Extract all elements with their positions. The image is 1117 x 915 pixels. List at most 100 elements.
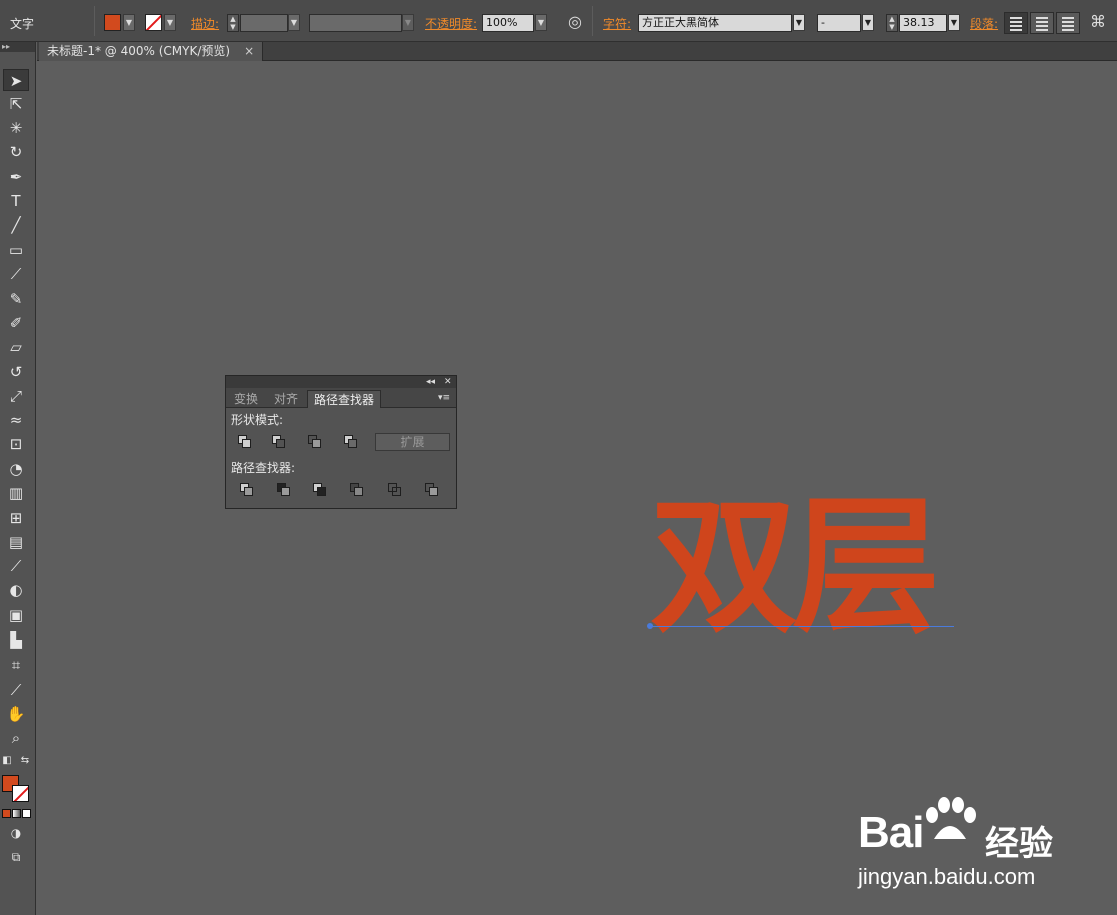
rotate-tool-icon[interactable]: ↺ xyxy=(3,361,29,383)
rectangle-tool-icon[interactable]: ▭ xyxy=(3,239,29,261)
stroke-weight-dropdown[interactable]: ▼ xyxy=(288,14,300,31)
pencil-tool-icon[interactable]: ✎ xyxy=(3,288,29,310)
font-size-stepper[interactable]: ▲ ▼ xyxy=(886,14,898,32)
gradient-mode-button[interactable] xyxy=(12,809,21,818)
divide-button[interactable] xyxy=(239,482,255,498)
text-baseline xyxy=(650,626,954,627)
text-anchor-point[interactable] xyxy=(647,623,653,629)
panel-menu-icon[interactable]: ▾≡ xyxy=(438,393,450,403)
baidu-paw-icon xyxy=(926,797,976,839)
align-center-button[interactable] xyxy=(1030,12,1054,34)
opacity-dropdown[interactable]: ▼ xyxy=(535,14,547,31)
document-tab[interactable]: 未标题-1* @ 400% (CMYK/预览) × xyxy=(39,42,264,61)
minus-front-button[interactable] xyxy=(271,434,287,450)
column-graph-tool-icon[interactable]: ▙ xyxy=(3,629,29,651)
fill-color-swatch[interactable] xyxy=(104,14,121,31)
stroke-weight-field[interactable] xyxy=(240,14,288,32)
font-size-dropdown[interactable]: ▼ xyxy=(948,14,960,31)
trim-button[interactable] xyxy=(276,482,292,498)
swap-fill-stroke-icon[interactable]: ⇆ xyxy=(18,750,32,772)
gradient-tool-icon[interactable]: ▤ xyxy=(3,531,29,553)
variable-width-profile[interactable] xyxy=(309,14,402,32)
font-family-dropdown[interactable]: ▼ xyxy=(793,14,805,31)
symbol-sprayer-tool-icon[interactable]: ▣ xyxy=(3,604,29,626)
opacity-field[interactable]: 100% xyxy=(482,14,534,32)
stroke-dropdown-arrow[interactable]: ▼ xyxy=(164,14,176,31)
blend-tool-icon[interactable]: ◐ xyxy=(3,579,29,601)
zoom-tool-icon[interactable]: ⌕ xyxy=(3,727,29,749)
control-bar: 文字 ▼ ▼ 描边: ▲ ▼ ▼ ▼ 不透明度: 100% ▼ ◎ 字符: 方正正… xyxy=(0,0,1117,42)
pathfinders-label: 路径查找器: xyxy=(231,461,296,475)
type-tool-icon[interactable]: T xyxy=(3,190,29,212)
baidu-logo-text: Bai xyxy=(858,808,924,857)
none-mode-button[interactable] xyxy=(22,809,31,818)
merge-button[interactable] xyxy=(312,482,328,498)
expand-button[interactable]: 扩展 xyxy=(375,433,450,451)
perspective-grid-tool-icon[interactable]: ▥ xyxy=(3,482,29,504)
default-fill-stroke-icon[interactable]: ◧ xyxy=(0,750,14,772)
paragraph-label[interactable]: 段落: xyxy=(970,15,998,32)
divider xyxy=(94,6,95,36)
tab-align[interactable]: 对齐 xyxy=(268,390,304,408)
screen-mode-icon[interactable]: ⧉ xyxy=(3,846,29,868)
line-tool-icon[interactable]: ╱ xyxy=(3,214,29,236)
profile-dropdown[interactable]: ▼ xyxy=(402,14,414,31)
color-mode-button[interactable] xyxy=(2,809,11,818)
unite-button[interactable] xyxy=(237,434,253,450)
close-panel-icon[interactable]: ✕ xyxy=(444,376,452,388)
mesh-tool-icon[interactable]: ⊞ xyxy=(3,507,29,529)
crop-button[interactable] xyxy=(349,482,365,498)
minus-back-button[interactable] xyxy=(424,482,440,498)
document-tab-bar: 未标题-1* @ 400% (CMYK/预览) × xyxy=(37,42,1117,61)
stroke-weight-stepper[interactable]: ▲ ▼ xyxy=(227,14,239,32)
shape-builder-tool-icon[interactable]: ◔ xyxy=(3,458,29,480)
free-transform-tool-icon[interactable]: ⊡ xyxy=(3,433,29,455)
envelope-warp-icon[interactable]: ⌘ xyxy=(1090,12,1106,31)
align-left-button[interactable] xyxy=(1004,12,1028,34)
font-size-field[interactable]: 38.13 xyxy=(899,14,947,32)
toolbox-collapse-icon[interactable]: ▸▸ xyxy=(0,42,35,52)
stroke-color-box[interactable] xyxy=(12,785,29,802)
eraser-tool-icon[interactable]: ▱ xyxy=(3,336,29,358)
slice-tool-icon[interactable]: ⟋ xyxy=(3,679,29,701)
pen-tool-icon[interactable]: ✒ xyxy=(3,166,29,188)
drawing-mode-icon[interactable]: ◑ xyxy=(3,822,29,844)
stroke-label[interactable]: 描边: xyxy=(191,15,219,32)
collapse-panel-icon[interactable]: ◂◂ xyxy=(426,376,435,388)
outline-button[interactable] xyxy=(387,482,403,498)
panel-title-bar[interactable]: ◂◂ ✕ xyxy=(226,376,456,388)
document-tab-title: 未标题-1* @ 400% (CMYK/预览) xyxy=(47,44,231,58)
panel-tabs: 变换 对齐 路径查找器 ▾≡ xyxy=(226,388,456,408)
direct-selection-tool-icon[interactable]: ⇱ xyxy=(3,93,29,115)
font-family-field[interactable]: 方正正大黑简体 xyxy=(638,14,792,32)
recolor-artwork-icon[interactable]: ◎ xyxy=(568,12,582,31)
lasso-tool-icon[interactable]: ↻ xyxy=(3,141,29,163)
artboard-tool-icon[interactable]: ⌗ xyxy=(3,654,29,676)
font-style-field[interactable]: - xyxy=(817,14,861,32)
watermark-url: jingyan.baidu.com xyxy=(858,864,1036,889)
eyedropper-tool-icon[interactable]: ⟋ xyxy=(3,555,29,577)
tools-panel: ▸▸ ➤ ⇱ ✳ ↻ ✒ T ╱ ▭ ⟋ ✎ ✐ ▱ ↺ ⤢ ≈ ⊡ ◔ ▥ ⊞… xyxy=(0,42,36,915)
fill-dropdown-arrow[interactable]: ▼ xyxy=(123,14,135,31)
intersect-button[interactable] xyxy=(307,434,323,450)
font-style-dropdown[interactable]: ▼ xyxy=(862,14,874,31)
character-label[interactable]: 字符: xyxy=(603,15,631,32)
blob-brush-tool-icon[interactable]: ✐ xyxy=(3,312,29,334)
opacity-label[interactable]: 不透明度: xyxy=(425,15,477,32)
divider xyxy=(592,6,593,36)
hand-tool-icon[interactable]: ✋ xyxy=(3,703,29,725)
current-tool-label: 文字 xyxy=(10,17,35,31)
tab-pathfinder[interactable]: 路径查找器 xyxy=(307,390,382,408)
magic-wand-tool-icon[interactable]: ✳ xyxy=(3,117,29,139)
jingyan-label: 经验 xyxy=(985,824,1053,864)
width-tool-icon[interactable]: ≈ xyxy=(3,409,29,431)
exclude-button[interactable] xyxy=(343,434,359,450)
selection-tool-icon[interactable]: ➤ xyxy=(3,69,29,91)
close-tab-icon[interactable]: × xyxy=(244,44,254,58)
tab-transform[interactable]: 变换 xyxy=(228,390,264,408)
artwork-text[interactable]: 双层 xyxy=(650,487,940,647)
scale-tool-icon[interactable]: ⤢ xyxy=(3,385,29,407)
align-right-button[interactable] xyxy=(1056,12,1080,34)
stroke-color-swatch[interactable] xyxy=(145,14,162,31)
paintbrush-tool-icon[interactable]: ⟋ xyxy=(3,263,29,285)
